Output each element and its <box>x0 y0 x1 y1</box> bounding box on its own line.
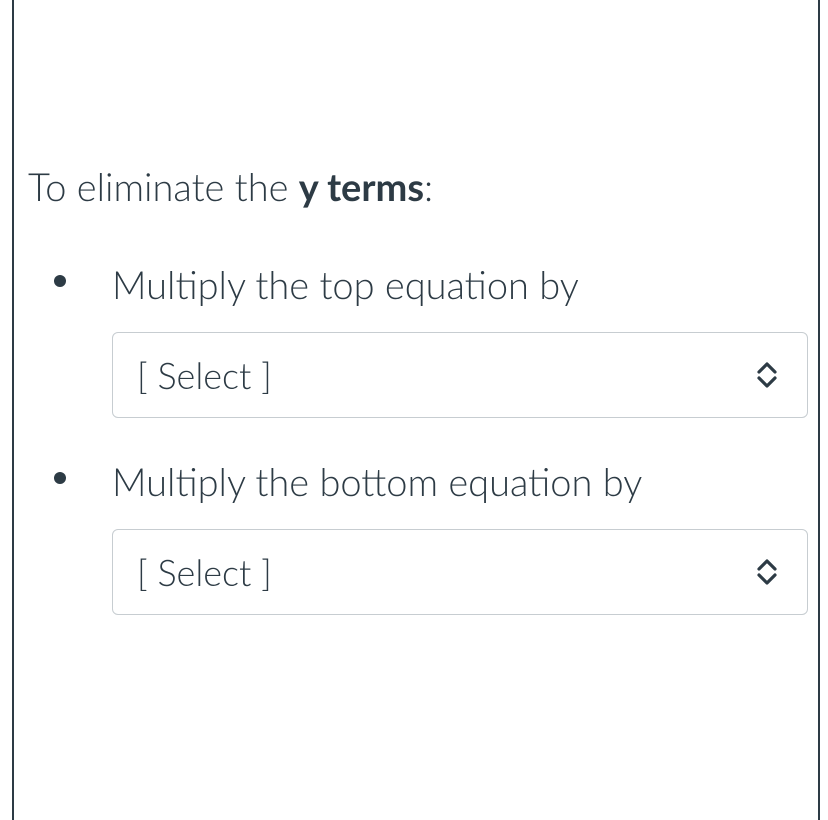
bullet-text-1: Multiply the top equation by <box>112 257 808 314</box>
equation-area <box>14 0 818 160</box>
select-top-multiplier[interactable]: [ Select ] <box>112 332 808 418</box>
bullet-icon <box>54 275 66 287</box>
intro-suffix: : <box>424 164 433 210</box>
select-placeholder: [ Select ] <box>137 546 272 598</box>
chevron-up-down-icon <box>753 359 781 391</box>
bullet-list: Multiply the top equation by [ Select ] … <box>28 257 808 615</box>
select-bottom-multiplier[interactable]: [ Select ] <box>112 529 808 615</box>
select-placeholder: [ Select ] <box>137 349 272 401</box>
chevron-up-down-icon <box>753 556 781 588</box>
list-item: Multiply the top equation by [ Select ] <box>54 257 808 418</box>
intro-prefix: To eliminate the <box>28 164 299 210</box>
question-frame: To eliminate the y terms: Multiply the t… <box>12 0 820 820</box>
bullet-icon <box>54 472 66 484</box>
list-item: Multiply the bottom equation by [ Select… <box>54 454 808 615</box>
question-body: To eliminate the y terms: Multiply the t… <box>14 160 818 615</box>
intro-bold: y terms <box>299 164 424 210</box>
intro-text: To eliminate the y terms: <box>28 160 808 215</box>
bullet-text-2: Multiply the bottom equation by <box>112 454 808 511</box>
